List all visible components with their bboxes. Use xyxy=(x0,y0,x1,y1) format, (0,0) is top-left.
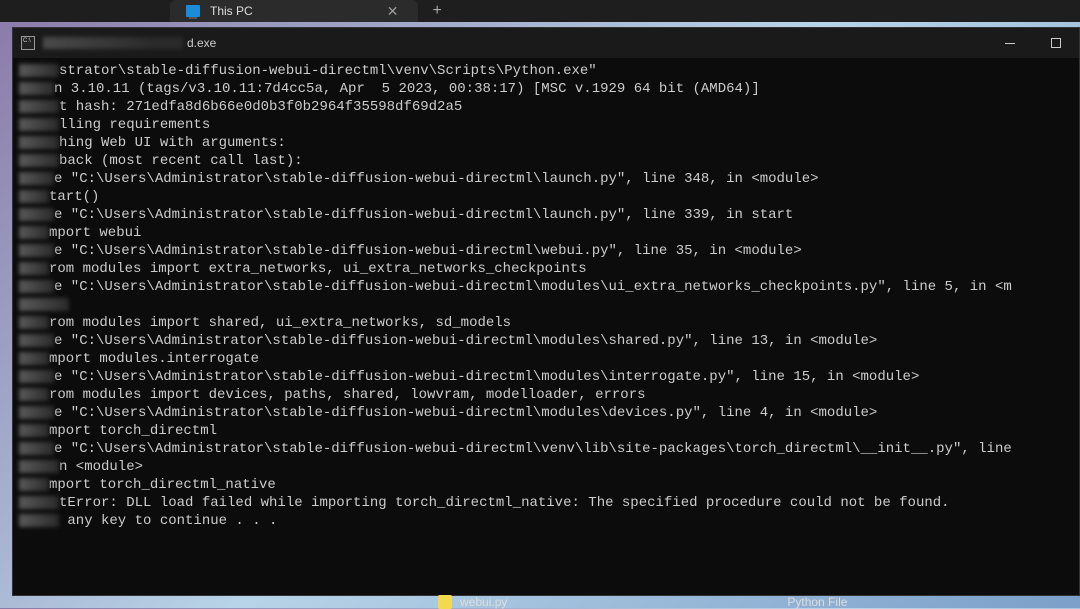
terminal-text: n 3.10.11 (tags/v3.10.11:7d4cc5a, Apr 5 … xyxy=(54,81,760,97)
terminal-line: Press any key to continue . . . xyxy=(19,512,1073,530)
terminal-text: e "C:\Users\Administrator\stable-diffusi… xyxy=(54,279,1012,295)
terminal-line: File "C:\Users\Administrator\stable-diff… xyxy=(19,368,1073,386)
terminal-line: Python 3.10.11 (tags/v3.10.11:7d4cc5a, A… xyxy=(19,80,1073,98)
blurred-prefix: f xyxy=(19,262,49,275)
blurred-prefix: Impor xyxy=(19,496,59,509)
blurred-prefix: Launc xyxy=(19,136,59,149)
terminal-text: back (most recent call last): xyxy=(59,153,303,169)
minimize-icon xyxy=(1005,43,1015,44)
terminal-line: from modules import shared, ui_extra_net… xyxy=(19,314,1073,332)
blurred-prefix: f xyxy=(19,316,49,329)
file-name: webui.py xyxy=(460,595,507,609)
terminal-text: e "C:\Users\Administrator\stable-diffusi… xyxy=(54,333,877,349)
cmd-title-text: d.exe xyxy=(187,36,216,50)
terminal-text: mport modules.interrogate xyxy=(49,351,259,367)
terminal-text: rom modules import extra_networks, ui_ex… xyxy=(49,261,587,277)
cmd-icon xyxy=(21,36,35,50)
blurred-prefix: Press xyxy=(19,514,59,527)
blurred-prefix: Fil xyxy=(19,370,54,383)
blurred-prefix: venv "C:\Users\Admini xyxy=(19,64,59,77)
blurred-prefix: Fil xyxy=(19,442,54,455)
terminal-text: any key to continue . . . xyxy=(59,513,277,529)
blurred-prefix: i xyxy=(19,352,49,365)
file-type: Python File xyxy=(787,595,847,609)
blurred-prefix: Insta xyxy=(19,118,59,131)
terminal-line: Traceback (most recent call last): xyxy=(19,152,1073,170)
blurred-prefix: i xyxy=(19,424,49,437)
tab-close-button[interactable]: ✕ xyxy=(383,3,403,20)
terminal-text: tError: DLL load failed while importing … xyxy=(59,495,950,511)
file-item[interactable]: webui.py xyxy=(438,595,507,609)
terminal-line: odule> xyxy=(19,296,1073,314)
terminal-line: File "C:\Users\Administrator\stable-diff… xyxy=(19,278,1073,296)
terminal-text: hing Web UI with arguments: xyxy=(59,135,286,151)
terminal-line: File "C:\Users\Administrator\stable-diff… xyxy=(19,206,1073,224)
terminal-line: import torch_directml xyxy=(19,422,1073,440)
explorer-tab-thispc[interactable]: This PC ✕ xyxy=(170,0,418,22)
terminal-text: n <module> xyxy=(59,459,143,475)
cmd-title: d.exe xyxy=(43,36,216,50)
blurred-prefix: Fil xyxy=(19,208,54,221)
terminal-text: e "C:\Users\Administrator\stable-diffusi… xyxy=(54,441,1012,457)
terminal-text: e "C:\Users\Administrator\stable-diffusi… xyxy=(54,405,877,421)
maximize-icon xyxy=(1051,38,1061,48)
terminal-text: mport torch_directml xyxy=(49,423,217,439)
blurred-prefix: i xyxy=(19,478,49,491)
blurred-prefix: Trace xyxy=(19,154,59,167)
blurred-prefix: 14, i xyxy=(19,460,59,473)
terminal-text: rom modules import shared, ui_extra_netw… xyxy=(49,315,511,331)
cmd-titlebar[interactable]: d.exe xyxy=(13,28,1079,58)
blurred-prefix: Fil xyxy=(19,406,54,419)
terminal-text: e "C:\Users\Administrator\stable-diffusi… xyxy=(54,207,793,223)
terminal-line: Installing requirements xyxy=(19,116,1073,134)
terminal-text: e "C:\Users\Administrator\stable-diffusi… xyxy=(54,369,919,385)
terminal-line: Commit hash: 271edfa8d6b66e0d0b3f0b2964f… xyxy=(19,98,1073,116)
terminal-output[interactable]: venv "C:\Users\Administrator\stable-diff… xyxy=(13,58,1079,595)
maximize-button[interactable] xyxy=(1033,28,1079,58)
terminal-text: t hash: 271edfa8d6b66e0d0b3f0b2964f35598… xyxy=(59,99,462,115)
terminal-text: e "C:\Users\Administrator\stable-diffusi… xyxy=(54,171,819,187)
blurred-prefix: Fil xyxy=(19,172,54,185)
terminal-line: ImportError: DLL load failed while impor… xyxy=(19,494,1073,512)
terminal-line: import torch_directml_native xyxy=(19,476,1073,494)
blurred-prefix: s xyxy=(19,190,49,203)
terminal-line: File "C:\Users\Administrator\stable-diff… xyxy=(19,170,1073,188)
cmd-window: d.exe venv "C:\Users\Administrator\stabl… xyxy=(12,27,1080,596)
blurred-prefix: Pytho xyxy=(19,82,54,95)
blurred-prefix: Fil xyxy=(19,334,54,347)
new-tab-button[interactable]: + xyxy=(418,2,456,20)
window-controls xyxy=(987,28,1079,58)
terminal-text: rom modules import devices, paths, share… xyxy=(49,387,646,403)
explorer-tab-bar: This PC ✕ + xyxy=(0,0,1080,22)
terminal-line: File "C:\Users\Administrator\stable-diff… xyxy=(19,440,1073,458)
terminal-line: start() xyxy=(19,188,1073,206)
terminal-line: import modules.interrogate xyxy=(19,350,1073,368)
terminal-line: venv "C:\Users\Administrator\stable-diff… xyxy=(19,62,1073,80)
blurred-prefix: Commi xyxy=(19,100,59,113)
terminal-line: import webui xyxy=(19,224,1073,242)
terminal-text: lling requirements xyxy=(59,117,210,133)
terminal-text: mport torch_directml_native xyxy=(49,477,276,493)
terminal-line: File "C:\Users\Administrator\stable-diff… xyxy=(19,404,1073,422)
terminal-text: mport webui xyxy=(49,225,141,241)
explorer-tab-title: This PC xyxy=(210,4,253,18)
terminal-line: Launching Web UI with arguments: xyxy=(19,134,1073,152)
blurred-prefix: f xyxy=(19,388,49,401)
minimize-button[interactable] xyxy=(987,28,1033,58)
terminal-line: File "C:\Users\Administrator\stable-diff… xyxy=(19,242,1073,260)
terminal-line: from modules import extra_networks, ui_e… xyxy=(19,260,1073,278)
terminal-line: 14, in <module> xyxy=(19,458,1073,476)
pc-icon xyxy=(186,5,200,17)
blurred-prefix: Fil xyxy=(19,244,54,257)
file-explorer-row: webui.py Python File xyxy=(438,596,1080,608)
terminal-text: e "C:\Users\Administrator\stable-diffusi… xyxy=(54,243,802,259)
blurred-prefix: Fil xyxy=(19,280,54,293)
blurred-prefix: i xyxy=(19,226,49,239)
python-file-icon xyxy=(438,595,452,609)
blurred-prefix: odule> xyxy=(19,298,69,311)
terminal-line: from modules import devices, paths, shar… xyxy=(19,386,1073,404)
terminal-line: File "C:\Users\Administrator\stable-diff… xyxy=(19,332,1073,350)
